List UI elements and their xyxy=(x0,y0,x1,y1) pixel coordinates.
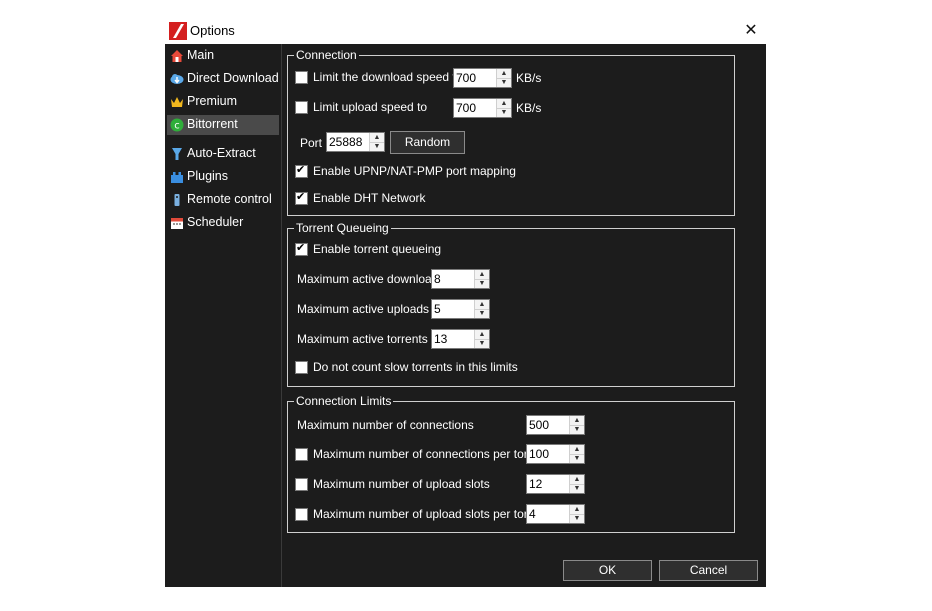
upload-slots-label: Maximum number of upload slots xyxy=(313,477,490,491)
upload-speed-input[interactable] xyxy=(455,100,495,115)
random-port-button[interactable]: Random xyxy=(390,131,465,154)
max-downloads-spinner[interactable]: ▲▼ xyxy=(431,269,490,289)
sidebar-item-label: Premium xyxy=(187,94,238,108)
spin-down-icon[interactable]: ▼ xyxy=(475,309,489,318)
sidebar-item-remote-control[interactable]: Remote control xyxy=(167,190,279,210)
options-window: Options ✕ Main Direct Download Premium c… xyxy=(165,18,766,587)
sidebar-item-bittorrent[interactable]: c Bittorrent xyxy=(167,115,279,135)
max-connections-label: Maximum number of connections xyxy=(297,418,474,432)
spin-down-icon[interactable]: ▼ xyxy=(370,142,384,151)
download-speed-input[interactable] xyxy=(455,70,495,85)
connection-group: Connection Limit the download speed to ▲… xyxy=(287,48,735,216)
max-torrents-spinner[interactable]: ▲▼ xyxy=(431,329,490,349)
spin-down-icon[interactable]: ▼ xyxy=(570,484,584,493)
connection-limits-group: Connection Limits Maximum number of conn… xyxy=(287,394,735,533)
checkmark-icon: ✔ xyxy=(296,242,306,254)
max-uploads-label: Maximum active uploads xyxy=(297,302,430,316)
torrent-queueing-group: Torrent Queueing ✔ Enable torrent queuei… xyxy=(287,221,735,387)
upload-slots-input[interactable] xyxy=(528,476,568,491)
upnp-checkbox[interactable]: ✔ xyxy=(295,164,308,178)
ok-button[interactable]: OK xyxy=(563,560,652,581)
svg-text:c: c xyxy=(174,121,180,132)
window-title: Options xyxy=(190,23,235,38)
enable-queueing-checkbox[interactable]: ✔ xyxy=(295,242,308,256)
port-spinner[interactable]: ▲▼ xyxy=(326,132,385,152)
sidebar-item-label: Direct Download xyxy=(187,71,279,85)
max-downloads-label: Maximum active downloads xyxy=(297,272,445,286)
home-icon xyxy=(171,50,183,62)
title-bar: Options ✕ xyxy=(165,18,766,44)
slots-per-torrent-input[interactable] xyxy=(528,506,568,521)
sidebar-item-direct-download[interactable]: Direct Download xyxy=(167,69,279,89)
max-connections-input[interactable] xyxy=(528,417,568,432)
sidebar-item-scheduler[interactable]: Scheduler xyxy=(167,213,279,233)
spin-down-icon[interactable]: ▼ xyxy=(497,78,511,87)
slots-per-torrent-label: Maximum number of upload slots per torre… xyxy=(313,507,549,521)
app-logo-icon xyxy=(169,22,187,40)
limit-download-label: Limit the download speed to xyxy=(313,70,463,84)
limit-upload-checkbox[interactable] xyxy=(295,101,308,114)
checkmark-icon: ✔ xyxy=(296,191,306,203)
max-uploads-input[interactable] xyxy=(433,301,473,316)
max-connections-spinner[interactable]: ▲▼ xyxy=(526,415,585,435)
spin-down-icon[interactable]: ▼ xyxy=(570,425,584,434)
download-unit: KB/s xyxy=(516,71,542,85)
slots-per-torrent-spinner[interactable]: ▲▼ xyxy=(526,504,585,524)
per-torrent-connections-label: Maximum number of connections per torren… xyxy=(313,447,549,461)
per-torrent-connections-checkbox[interactable] xyxy=(295,448,308,461)
sidebar-item-auto-extract[interactable]: Auto-Extract xyxy=(167,144,279,164)
extract-icon xyxy=(172,148,182,160)
sidebar-item-main[interactable]: Main xyxy=(167,46,279,66)
group-title: Connection xyxy=(294,48,359,62)
bittorrent-icon: c xyxy=(170,118,184,132)
dht-checkbox[interactable]: ✔ xyxy=(295,191,308,205)
sidebar-item-label: Bittorrent xyxy=(187,117,238,131)
per-torrent-connections-spinner[interactable]: ▲▼ xyxy=(526,444,585,464)
slow-torrents-checkbox[interactable] xyxy=(295,361,308,374)
port-label: Port xyxy=(300,136,323,150)
upload-slots-checkbox[interactable] xyxy=(295,478,308,491)
sidebar: Main Direct Download Premium c Bittorren… xyxy=(165,44,282,587)
checkmark-icon: ✔ xyxy=(296,164,306,176)
group-title: Torrent Queueing xyxy=(294,221,391,235)
spin-down-icon[interactable]: ▼ xyxy=(475,279,489,288)
crown-icon xyxy=(171,97,183,107)
port-input[interactable] xyxy=(328,134,368,149)
sidebar-item-label: Main xyxy=(187,48,215,62)
calendar-icon xyxy=(171,218,183,229)
upload-speed-spinner[interactable]: ▲▼ xyxy=(453,98,512,118)
enable-queueing-label: Enable torrent queueing xyxy=(313,242,442,256)
max-torrents-label: Maximum active torrents xyxy=(297,332,428,346)
sidebar-item-label: Auto-Extract xyxy=(187,146,256,160)
upload-unit: KB/s xyxy=(516,101,542,115)
cancel-button[interactable]: Cancel xyxy=(659,560,758,581)
dht-label: Enable DHT Network xyxy=(313,191,426,205)
sidebar-item-premium[interactable]: Premium xyxy=(167,92,279,112)
max-uploads-spinner[interactable]: ▲▼ xyxy=(431,299,490,319)
plugin-icon xyxy=(171,172,183,183)
close-button[interactable]: ✕ xyxy=(736,18,766,44)
limit-download-checkbox[interactable] xyxy=(295,71,308,84)
slots-per-torrent-checkbox[interactable] xyxy=(295,508,308,521)
upload-slots-spinner[interactable]: ▲▼ xyxy=(526,474,585,494)
sidebar-item-label: Scheduler xyxy=(187,215,244,229)
max-torrents-input[interactable] xyxy=(433,331,473,346)
cloud-download-icon xyxy=(170,74,184,84)
sidebar-item-label: Remote control xyxy=(187,192,272,206)
sidebar-item-plugins[interactable]: Plugins xyxy=(167,167,279,187)
per-torrent-connections-input[interactable] xyxy=(528,446,568,461)
max-downloads-input[interactable] xyxy=(433,271,473,286)
spin-down-icon[interactable]: ▼ xyxy=(497,108,511,117)
upnp-label: Enable UPNP/NAT-PMP port mapping xyxy=(313,164,516,178)
group-title: Connection Limits xyxy=(294,394,394,408)
spin-down-icon[interactable]: ▼ xyxy=(570,454,584,463)
sidebar-item-label: Plugins xyxy=(187,169,228,183)
remote-icon xyxy=(174,194,180,206)
download-speed-spinner[interactable]: ▲▼ xyxy=(453,68,512,88)
limit-upload-label: Limit upload speed to xyxy=(313,100,428,114)
slow-torrents-label: Do not count slow torrents in this limit… xyxy=(313,360,518,374)
spin-down-icon[interactable]: ▼ xyxy=(475,339,489,348)
spin-down-icon[interactable]: ▼ xyxy=(570,514,584,523)
